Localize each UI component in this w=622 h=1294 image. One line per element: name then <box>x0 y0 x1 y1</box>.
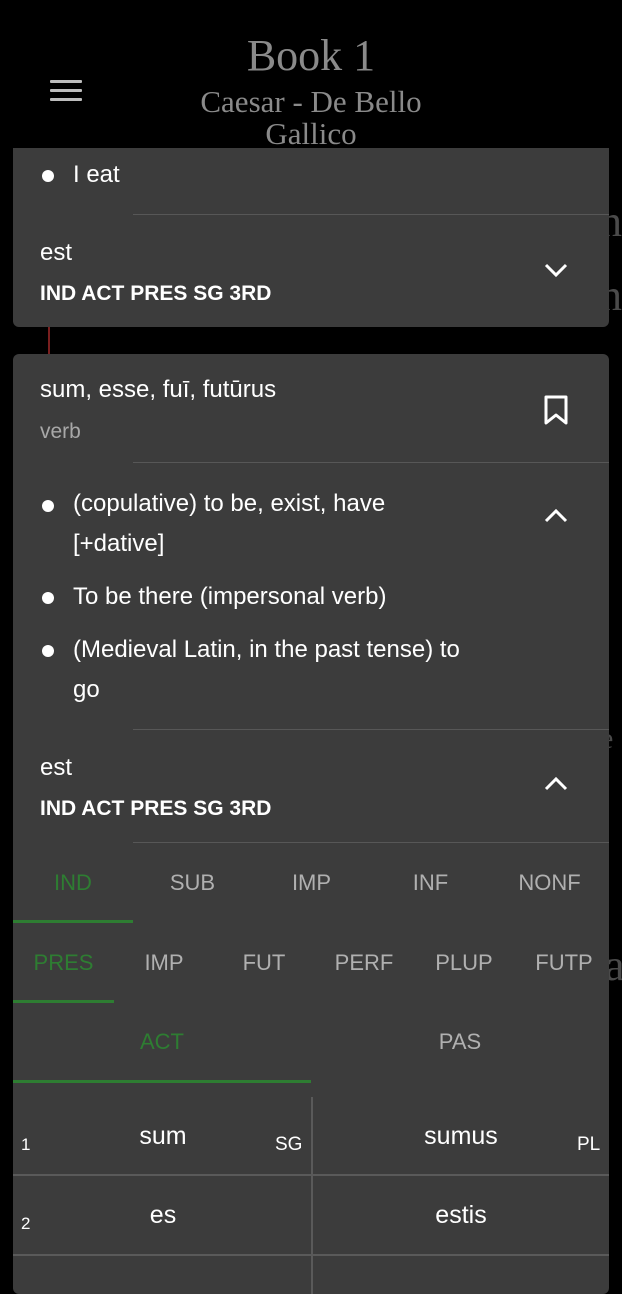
tab-plup[interactable]: PLUP <box>414 924 514 1002</box>
tab-ind[interactable]: IND <box>13 844 133 922</box>
page-title: Book 1 <box>246 31 376 80</box>
definition-line: To be there (impersonal verb) <box>73 583 387 610</box>
definition-line: (copulative) to be, exist, have <box>73 490 386 517</box>
number-label-sg: SG <box>275 1134 303 1155</box>
tab-indicator <box>13 1080 311 1083</box>
form-word: est <box>40 754 73 781</box>
bullet-icon <box>42 645 54 657</box>
bullet-icon <box>42 592 54 604</box>
divider <box>133 729 609 730</box>
tab-futp[interactable]: FUTP <box>514 924 609 1002</box>
bookmark-icon[interactable] <box>543 394 569 426</box>
chevron-up-icon[interactable] <box>543 776 569 792</box>
column-divider <box>311 1097 313 1294</box>
page-subtitle: Caesar - De Bello Gallico <box>200 84 422 151</box>
voice-tabs: ACT PAS <box>13 1003 609 1083</box>
form-parse: IND ACT PRES SG 3RD <box>40 282 272 305</box>
form-word: est <box>40 239 73 266</box>
tab-imp[interactable]: IMP <box>252 844 371 922</box>
tab-pres[interactable]: PRES <box>13 924 114 1002</box>
tab-act[interactable]: ACT <box>13 1003 311 1081</box>
hamburger-menu-icon[interactable] <box>50 80 82 104</box>
definition-line: (Medieval Latin, in the past tense) to <box>73 636 460 663</box>
definition-line: [+dative] <box>73 530 165 557</box>
tab-pas[interactable]: PAS <box>311 1003 609 1081</box>
tab-fut[interactable]: FUT <box>214 924 314 1002</box>
top-app-bar: Book 1 Caesar - De Bello Gallico <box>0 0 622 160</box>
word-card: sum, esse, fuī, futūrus verb (copulative… <box>13 354 609 1294</box>
form-parse: IND ACT PRES SG 3RD <box>40 797 272 820</box>
divider <box>133 842 609 843</box>
person-number: 1 <box>21 1135 31 1154</box>
bullet-icon <box>42 170 54 182</box>
tense-tabs: PRES IMP FUT PERF PLUP FUTP <box>13 924 609 1004</box>
mood-tabs: IND SUB IMP INF NONF <box>13 844 609 924</box>
word-card-previous: I eat est IND ACT PRES SG 3RD <box>13 148 609 327</box>
tab-nonf[interactable]: NONF <box>490 844 609 922</box>
tab-perf[interactable]: PERF <box>314 924 414 1002</box>
form-cell-sg[interactable]: sum <box>73 1122 253 1151</box>
divider <box>133 462 609 463</box>
tab-inf[interactable]: INF <box>371 844 490 922</box>
bullet-icon <box>42 500 54 512</box>
definition-line: go <box>73 676 100 703</box>
person-number: 2 <box>21 1214 31 1233</box>
tab-sub[interactable]: SUB <box>133 844 252 922</box>
form-cell-pl[interactable]: estis <box>371 1201 551 1230</box>
tab-imp[interactable]: IMP <box>114 924 214 1002</box>
definition-item: I eat <box>73 161 120 188</box>
row-divider <box>13 1174 609 1176</box>
row-divider <box>13 1254 609 1256</box>
number-label-pl: PL <box>577 1134 601 1155</box>
chevron-down-icon[interactable] <box>543 262 569 278</box>
part-of-speech: verb <box>40 420 81 443</box>
form-cell-pl[interactable]: sumus <box>371 1122 551 1151</box>
lemma: sum, esse, fuī, futūrus <box>40 376 277 403</box>
chevron-up-icon[interactable] <box>543 508 569 524</box>
divider <box>133 214 609 215</box>
form-cell-sg[interactable]: es <box>73 1201 253 1230</box>
tab-indicator <box>13 920 133 923</box>
